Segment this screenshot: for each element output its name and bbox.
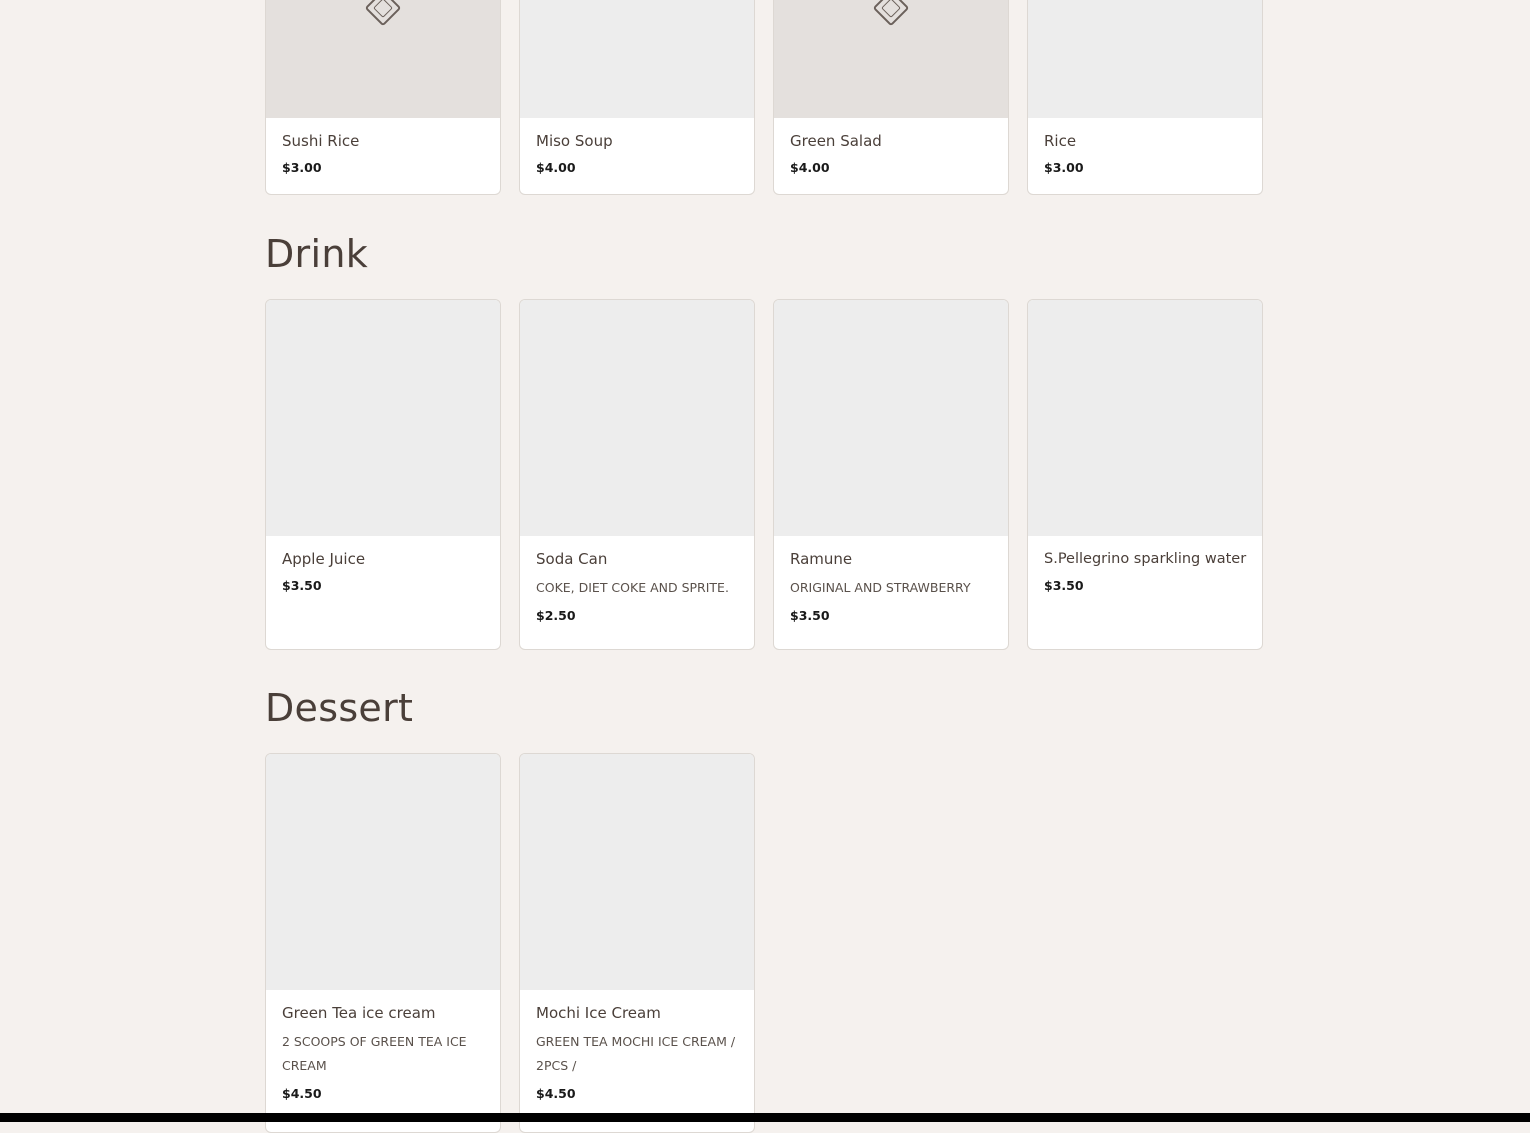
item-name: Miso Soup <box>536 132 613 150</box>
item-image <box>520 0 754 118</box>
menu-item-card[interactable]: Green Tea ice cream 2 scoops of green te… <box>265 753 501 1133</box>
tag-icon <box>364 0 402 27</box>
item-name: Soda Can <box>536 550 608 568</box>
item-name: Green Tea ice cream <box>282 1004 436 1022</box>
bottom-bar <box>0 1113 1530 1122</box>
item-description: 2 scoops of green tea ice cream <box>282 1034 467 1073</box>
item-price: $2.50 <box>536 608 576 623</box>
item-price: $3.00 <box>282 160 322 175</box>
item-name: S.Pellegrino sparkling water <box>1044 551 1247 567</box>
item-image <box>774 300 1008 536</box>
section-title-drink: Drink <box>265 232 369 276</box>
item-name: Green Salad <box>790 132 882 150</box>
item-name: Apple Juice <box>282 550 366 568</box>
item-name: Rice <box>1044 132 1077 150</box>
item-image <box>266 300 500 536</box>
item-price: $3.50 <box>790 608 830 623</box>
menu-item-card[interactable]: Soda Can Coke, Diet coke and Sprite. $2.… <box>519 299 755 650</box>
item-image <box>266 0 500 118</box>
item-image <box>1028 0 1262 118</box>
item-price: $4.00 <box>536 160 576 175</box>
item-description: Original and strawberry <box>790 580 971 595</box>
item-name: Ramune <box>790 550 853 568</box>
item-image <box>266 754 500 990</box>
menu-item-card[interactable]: Rice $3.00 <box>1027 0 1263 195</box>
menu-item-card[interactable]: Sushi Rice $3.00 <box>265 0 501 195</box>
item-image <box>520 300 754 536</box>
item-name: Mochi Ice Cream <box>536 1004 661 1022</box>
menu-item-card[interactable]: Miso Soup $4.00 <box>519 0 755 195</box>
item-description: Green tea mochi ice cream / 2pcs / <box>536 1034 736 1073</box>
menu-item-card[interactable]: Apple Juice $3.50 <box>265 299 501 650</box>
item-description: Coke, Diet coke and Sprite. <box>536 580 729 595</box>
tag-icon <box>872 0 910 27</box>
item-image <box>520 754 754 990</box>
item-price: $3.50 <box>1044 578 1084 593</box>
menu-item-card[interactable]: Mochi Ice Cream Green tea mochi ice crea… <box>519 753 755 1133</box>
item-name: Sushi Rice <box>282 132 360 150</box>
item-price: $4.50 <box>536 1086 576 1101</box>
menu-item-card[interactable]: Green Salad $4.00 <box>773 0 1009 195</box>
menu-page: Sushi Rice $3.00 Miso Soup $4.00 Green S… <box>0 0 1530 1133</box>
item-price: $3.50 <box>282 578 322 593</box>
item-image <box>774 0 1008 118</box>
item-price: $3.00 <box>1044 160 1084 175</box>
item-image <box>1028 300 1262 536</box>
item-price: $4.50 <box>282 1086 322 1101</box>
item-price: $4.00 <box>790 160 830 175</box>
menu-item-card[interactable]: Ramune Original and strawberry $3.50 <box>773 299 1009 650</box>
section-title-dessert: Dessert <box>265 686 414 730</box>
menu-item-card[interactable]: S.Pellegrino sparkling water $3.50 <box>1027 299 1263 650</box>
